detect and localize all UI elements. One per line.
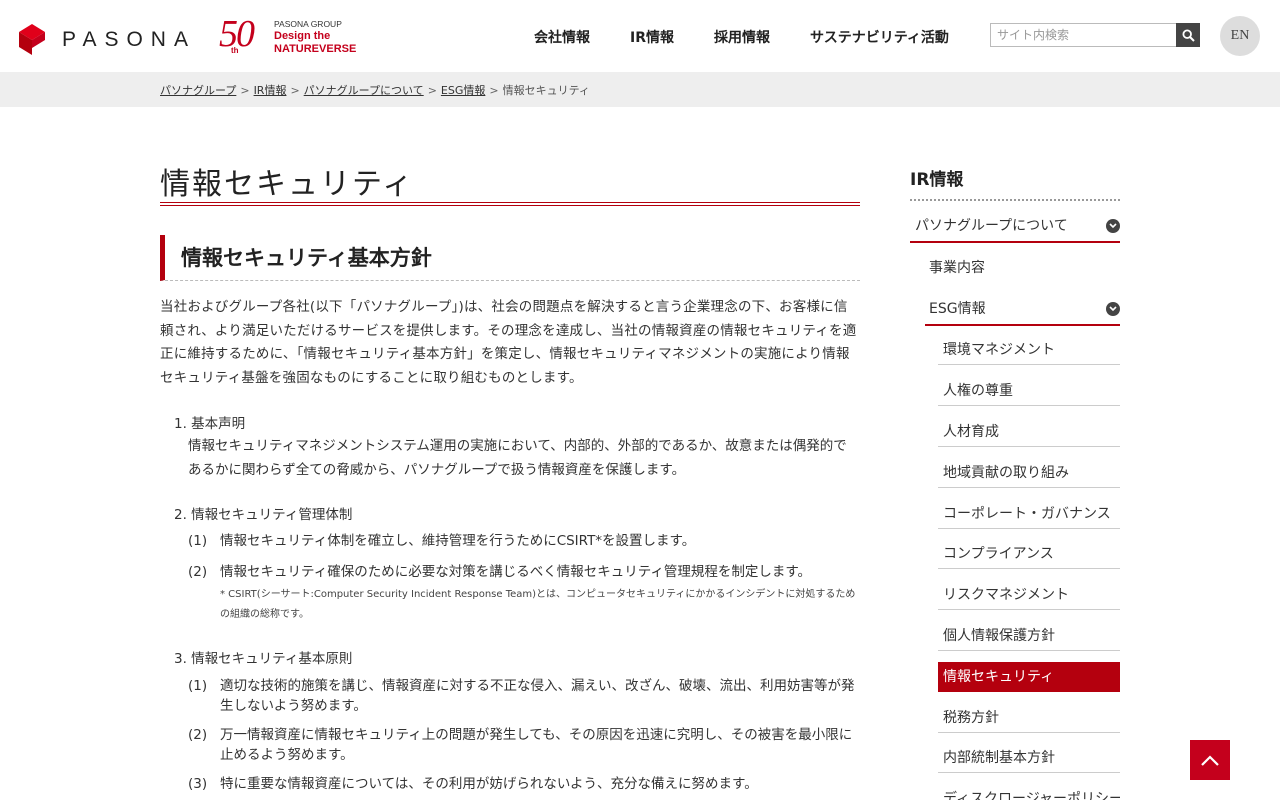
pasona-logo[interactable]: PASONA: [19, 24, 196, 55]
nav-company[interactable]: 会社情報: [534, 27, 590, 47]
sidebar-item-compliance[interactable]: コンプライアンス: [938, 539, 1120, 569]
sidebar-item-label: パソナグループについて: [915, 218, 1068, 234]
sidebar-item-business[interactable]: 事業内容: [925, 252, 1120, 284]
breadcrumb-separator: >: [427, 84, 437, 97]
global-nav: 会社情報 IR情報 採用情報 サステナビリティ活動: [534, 27, 949, 47]
sidebar-item-about[interactable]: パソナグループについて: [910, 210, 1120, 243]
intro-paragraph: 当社およびグループ各社(以下「パソナグループ」)は、社会の問題点を解決すると言う…: [160, 299, 857, 386]
site-search: [990, 23, 1200, 47]
breadcrumb-ir[interactable]: IR情報: [254, 84, 287, 97]
sidebar-item-privacy[interactable]: 個人情報保護方針: [938, 621, 1120, 651]
policy-section-title: 2. 情報セキュリティ管理体制: [174, 507, 353, 523]
breadcrumb: パソナグループ > IR情報 > パソナグループについて > ESG情報 > 情報セキュリティ: [160, 82, 590, 98]
policy-section-title: 1. 基本声明: [174, 416, 246, 432]
title-divider: [160, 202, 860, 206]
policy-item: (1) 情報セキュリティ体制を確立し、維持管理を行うためにCSIRT*を設置しま…: [174, 531, 860, 551]
chevron-down-icon: [1106, 302, 1120, 316]
search-input[interactable]: [990, 23, 1176, 47]
policy-item: (1) 適切な技術的施策を講じ、情報資産に対する不正な侵入、漏えい、改ざん、破壊…: [174, 676, 860, 716]
search-icon: [1181, 28, 1195, 42]
policy-item: (2) 情報セキュリティ確保のために必要な対策を講じるべく情報セキュリティ管理規…: [174, 562, 860, 625]
chevron-up-icon: [1201, 754, 1219, 766]
sidebar-item-infosec[interactable]: 情報セキュリティ: [938, 662, 1120, 692]
chevron-down-icon: [1106, 219, 1120, 233]
policy-item-number: (1): [188, 678, 208, 694]
breadcrumb-separator: >: [290, 84, 300, 97]
sidebar-item-esg[interactable]: ESG情報: [925, 293, 1120, 326]
policy-item-text: 特に重要な情報資産については、その利用が妨げられないよう、充分な備えに努めます。: [220, 776, 758, 792]
breadcrumb-separator: >: [240, 84, 250, 97]
policy-section-1: 1. 基本声明 情報セキュリティマネジメントシステム運用の実施において、内部的、…: [174, 414, 860, 482]
sidebar-item-label: ESG情報: [929, 301, 986, 317]
sidebar-title: IR情報: [910, 165, 1120, 201]
sidebar-item-risk[interactable]: リスクマネジメント: [938, 580, 1120, 610]
policy-item-text: 万一情報資産に情報セキュリティ上の問題が発生しても、その原因を迅速に究明し、その…: [220, 727, 853, 763]
policy-item-text: 適切な技術的施策を講じ、情報資産に対する不正な侵入、漏えい、改ざん、破壊、流出、…: [220, 678, 855, 714]
nav-sustainability[interactable]: サステナビリティ活動: [810, 27, 949, 47]
section-heading: 情報セキュリティ基本方針: [160, 235, 860, 281]
policy-item-number: (2): [188, 564, 208, 580]
sidebar-item-human-rights[interactable]: 人権の尊重: [938, 376, 1120, 406]
policy-item: (2) 万一情報資産に情報セキュリティ上の問題が発生しても、その原因を迅速に究明…: [174, 725, 860, 765]
csirt-footnote: * CSIRT(シーサート:Computer Security Incident…: [220, 589, 856, 620]
breadcrumb-about[interactable]: パソナグループについて: [304, 84, 424, 97]
logo-wordmark: PASONA: [62, 28, 196, 51]
sidebar-item-internal-control[interactable]: 内部統制基本方針: [938, 743, 1120, 773]
breadcrumb-esg[interactable]: ESG情報: [441, 84, 485, 97]
anniversary-group: PASONA GROUP: [274, 19, 342, 29]
policy-item-number: (3): [188, 776, 208, 792]
page-title: 情報セキュリティ: [160, 167, 415, 202]
anniversary-suffix: th: [231, 46, 239, 55]
site-header: PASONA 50 th PASONA GROUP Design the NAT…: [0, 0, 1280, 72]
anniversary-line1: Design the: [274, 30, 331, 42]
sidebar-item-governance[interactable]: コーポレート・ガバナンス: [938, 499, 1120, 529]
language-en-button[interactable]: EN: [1220, 16, 1260, 56]
policy-item-number: (1): [188, 533, 208, 549]
policy-item-text: 情報セキュリティ確保のために必要な対策を講じるべく情報セキュリティ管理規程を制定…: [220, 564, 812, 580]
sidebar-item-community[interactable]: 地域貢献の取り組み: [938, 458, 1120, 488]
policy-section-2: 2. 情報セキュリティ管理体制 (1) 情報セキュリティ体制を確立し、維持管理を…: [174, 505, 860, 625]
breadcrumb-separator: >: [489, 84, 499, 97]
policy-section-3: 3. 情報セキュリティ基本原則 (1) 適切な技術的施策を講じ、情報資産に対する…: [174, 649, 860, 794]
policy-item-number: (2): [188, 727, 208, 743]
pasona-logo-mark: [19, 24, 45, 55]
anniversary-logo: 50 th PASONA GROUP Design the NATUREVERS…: [219, 13, 356, 58]
sidebar-item-environment[interactable]: 環境マネジメント: [938, 335, 1120, 365]
sidebar-item-tax[interactable]: 税務方針: [938, 703, 1120, 733]
policy-section-title: 3. 情報セキュリティ基本原則: [174, 651, 353, 667]
nav-ir[interactable]: IR情報: [630, 27, 674, 47]
policy-item: (3) 特に重要な情報資産については、その利用が妨げられないよう、充分な備えに努…: [174, 774, 860, 794]
nav-recruit[interactable]: 採用情報: [714, 27, 770, 47]
policy-item-text: 情報セキュリティ体制を確立し、維持管理を行うためにCSIRT*を設置します。: [220, 533, 696, 549]
breadcrumb-bar: パソナグループ > IR情報 > パソナグループについて > ESG情報 > 情報セキュリティ: [0, 72, 1280, 107]
policy-section-body: 情報セキュリティマネジメントシステム運用の実施において、内部的、外部的であるか、…: [188, 438, 847, 478]
sidebar-item-talent[interactable]: 人材育成: [938, 417, 1120, 447]
breadcrumb-current: 情報セキュリティ: [502, 84, 590, 97]
search-button[interactable]: [1176, 23, 1200, 47]
breadcrumb-home[interactable]: パソナグループ: [160, 84, 236, 97]
back-to-top-button[interactable]: [1190, 740, 1230, 780]
sidebar-item-disclosure[interactable]: ディスクロージャーポリシー: [938, 784, 1120, 800]
anniversary-line2: NATUREVERSE: [274, 43, 357, 55]
